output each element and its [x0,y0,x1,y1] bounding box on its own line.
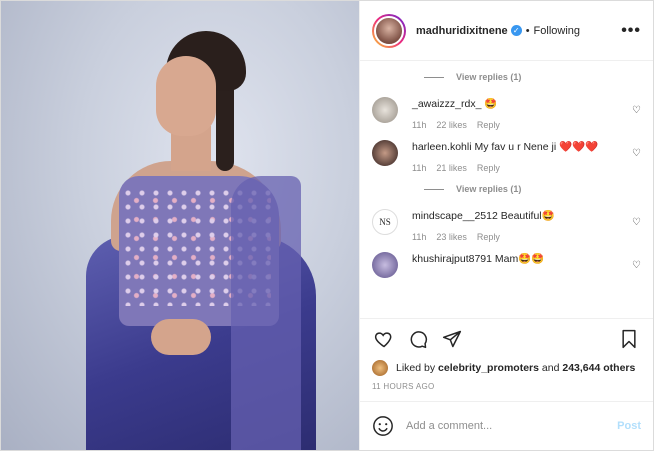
view-replies-button[interactable]: View replies (1) [424,67,641,87]
comment-text: Beautiful🤩 [500,210,555,222]
comment-username[interactable]: mindscape__2512 [412,210,498,222]
like-comment-heart-icon[interactable]: ♡ [632,217,641,228]
likes-count[interactable]: 243,644 others [562,362,635,374]
likes-and: and [541,362,560,374]
liker-avatar[interactable] [372,360,388,376]
share-paper-plane-icon[interactable] [440,327,464,351]
like-comment-heart-icon[interactable]: ♡ [632,148,641,159]
likes-prefix: Liked by [396,362,436,374]
comment-text: Mam🤩🤩 [494,253,545,265]
comment-avatar[interactable] [372,252,398,278]
comment-likes[interactable]: 23 likes [436,232,467,242]
like-comment-heart-icon[interactable]: ♡ [632,260,641,271]
comment-item: harleen.kohli My fav u r Nene ji ❤️❤️❤️ … [372,140,641,173]
post-side-panel: madhuridixitnene ✓ • Following ••• View … [359,1,653,450]
comment-time[interactable]: 11h [412,232,426,242]
comment-time[interactable]: 11h [412,163,426,173]
post-timestamp[interactable]: 11 HOURS AGO [360,378,653,402]
more-options-icon[interactable]: ••• [621,22,641,40]
photo-face [156,56,216,136]
liker-username[interactable]: celebrity_promoters [438,362,539,374]
separator-dot: • [525,24,530,37]
like-heart-icon[interactable] [372,327,396,351]
photo-hand [151,319,211,355]
comment-item: khushirajput8791 Mam🤩🤩 ♡ [372,252,641,278]
comment-avatar[interactable]: NS [372,209,398,235]
post-actions [360,318,653,358]
comment-likes[interactable]: 22 likes [436,120,467,130]
comment-item: NS mindscape__2512 Beautiful🤩 11h 23 lik… [372,209,641,242]
comment-likes[interactable]: 21 likes [436,163,467,173]
view-replies-button[interactable]: View replies (1) [424,179,641,199]
save-bookmark-icon[interactable] [617,327,641,351]
post-header: madhuridixitnene ✓ • Following ••• [360,1,653,61]
verified-badge-icon: ✓ [510,25,522,36]
likes-summary: Liked by celebrity_promoters and 243,644… [360,358,653,378]
comment-item: _awaizzz_rdx_ 🤩 11h 22 likes Reply ♡ [372,97,641,130]
comment-username[interactable]: khushirajput8791 [412,253,492,265]
post-comment-button[interactable]: Post [617,420,641,432]
view-replies-label: View replies (1) [456,184,522,194]
comment-text: 🤩 [484,98,498,110]
comment-username[interactable]: _awaizzz_rdx_ [412,98,481,110]
view-replies-label: View replies (1) [456,72,522,82]
add-comment-input[interactable]: Add a comment... [406,420,617,432]
add-comment-bar: Add a comment... Post [360,402,653,450]
post-card: madhuridixitnene ✓ • Following ••• View … [0,0,654,451]
comment-username[interactable]: harleen.kohli [412,141,472,153]
comment-bubble-icon[interactable] [406,327,430,351]
following-button[interactable]: Following [534,25,580,37]
reply-button[interactable]: Reply [477,232,500,242]
comment-time[interactable]: 11h [412,120,426,130]
author-avatar[interactable] [372,13,406,48]
photo-drape [231,176,301,450]
author-username[interactable]: madhuridixitnene [416,25,508,37]
reply-button[interactable]: Reply [477,163,500,173]
comment-text: My fav u r Nene ji ❤️❤️❤️ [474,141,599,153]
comment-avatar[interactable] [372,97,398,123]
reply-button[interactable]: Reply [477,120,500,130]
post-photo[interactable] [1,1,359,450]
photo-braid [216,81,234,171]
like-comment-heart-icon[interactable]: ♡ [632,105,641,116]
comment-avatar[interactable] [372,140,398,166]
emoji-icon[interactable] [372,415,394,437]
comments-list[interactable]: View replies (1) _awaizzz_rdx_ 🤩 11h 22 … [360,61,653,318]
